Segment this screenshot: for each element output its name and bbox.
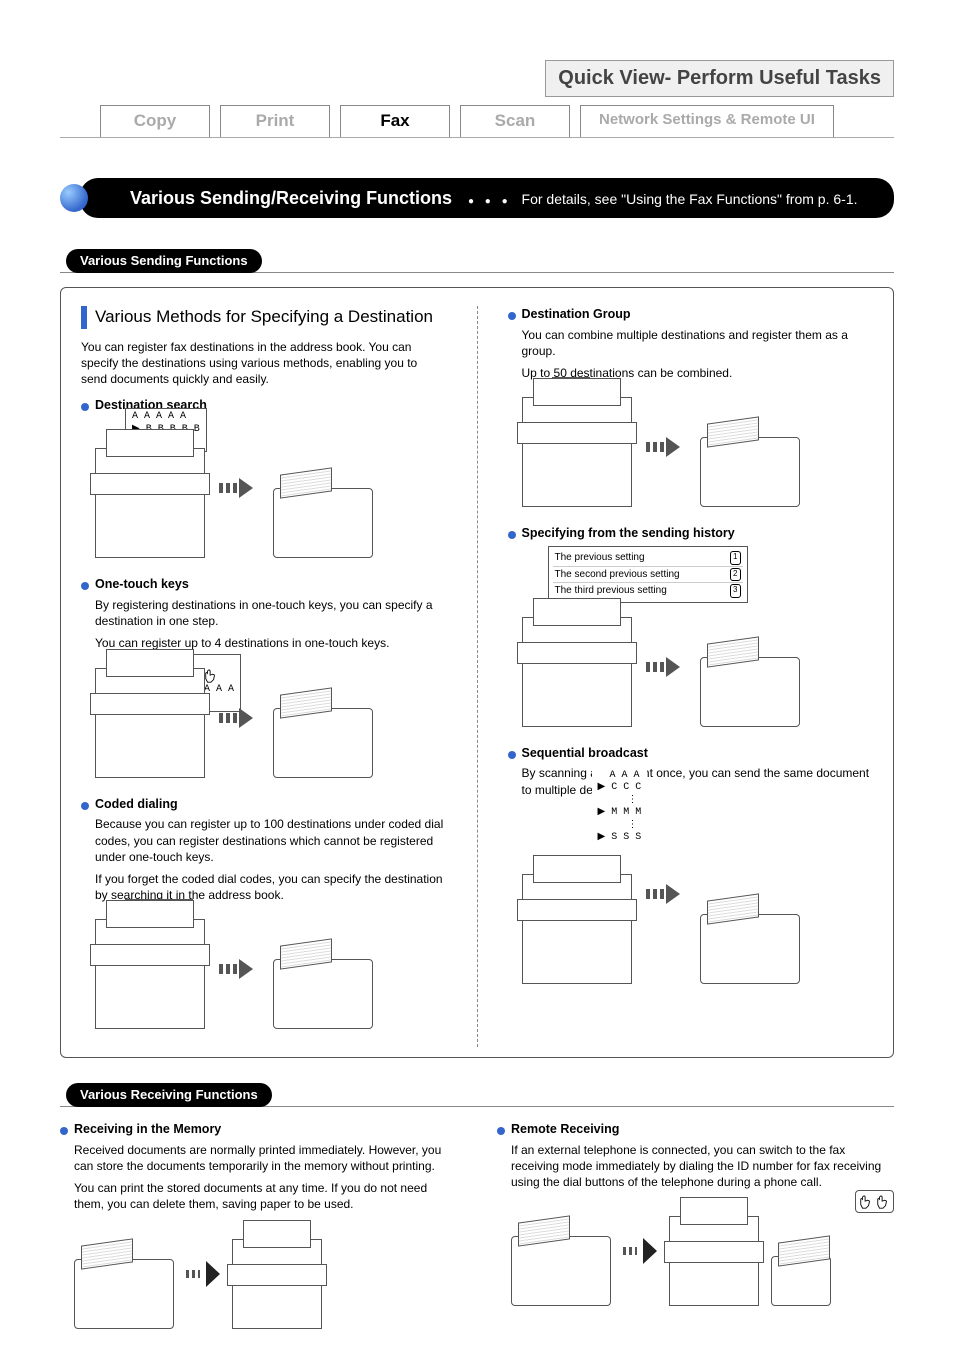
printer-icon <box>669 1216 759 1306</box>
history-illustration <box>522 607 874 727</box>
sending-chip: Various Sending Functions <box>66 249 262 273</box>
telephone-icon <box>771 1256 831 1306</box>
arrow-icon <box>646 884 686 904</box>
coded-title: Coded dialing <box>95 796 178 813</box>
sending-left-col: Various Methods for Specifying a Destina… <box>81 306 447 1048</box>
history-title: Specifying from the sending history <box>522 525 735 542</box>
printer-icon <box>522 397 632 507</box>
seq-item: Sequential broadcast By scanning a docum… <box>508 745 874 984</box>
tab-scan[interactable]: Scan <box>460 105 570 137</box>
fax-machine-icon <box>273 488 373 558</box>
bullet-icon <box>60 1127 68 1135</box>
banner-title: Various Sending/Receiving Functions <box>130 188 452 208</box>
receiving-remote-col: Remote Receiving If an external telephon… <box>497 1121 894 1329</box>
printer-icon <box>522 874 632 984</box>
fax-machine-icon <box>273 708 373 778</box>
column-divider <box>477 306 478 1048</box>
tab-network[interactable]: Network Settings & Remote UI <box>580 105 834 137</box>
tab-copy[interactable]: Copy <box>100 105 210 137</box>
bullet-icon <box>497 1127 505 1135</box>
history-row-badge: 2 <box>730 568 740 582</box>
memory-illustration <box>74 1219 457 1329</box>
tab-print[interactable]: Print <box>220 105 330 137</box>
printer-icon <box>232 1239 322 1329</box>
receiving-memory-col: Receiving in the Memory Received documen… <box>60 1121 457 1329</box>
one-touch-body1: By registering destinations in one-touch… <box>81 597 447 629</box>
history-row-badge: 3 <box>730 584 740 598</box>
arrow-icon <box>219 959 259 979</box>
dest-search-illustration: A A A A A ▶ B B B B B C C C C C <box>95 418 447 558</box>
arrow-icon <box>186 1261 220 1287</box>
memory-body2: You can print the stored documents at an… <box>60 1180 457 1212</box>
seq-illustration: A A A ▶ C C C ⋮ ▶ M M M ⋮ ▶ S S S <box>522 804 874 984</box>
group-illustration: AAAA BBBB CCCC <box>522 387 874 507</box>
remote-illustration <box>511 1196 894 1306</box>
history-row-label: The third previous setting <box>555 584 667 598</box>
history-row-badge: 1 <box>730 551 740 565</box>
coded-item: Coded dialing Because you can register u… <box>81 796 447 1030</box>
fax-machine-icon <box>700 914 800 984</box>
history-row: The previous setting 1 <box>553 550 743 567</box>
hand-press-icon <box>855 1190 894 1212</box>
printer-icon <box>95 448 205 558</box>
fax-machine-icon <box>74 1259 174 1329</box>
arrow-icon <box>646 437 686 457</box>
fax-machine-icon <box>700 437 800 507</box>
section-banner: Various Sending/Receiving Functions For … <box>80 178 894 218</box>
fax-machine-icon <box>273 959 373 1029</box>
history-box: The previous setting 1 The second previo… <box>548 546 748 603</box>
remote-body: If an external telephone is connected, y… <box>497 1142 894 1191</box>
methods-heading: Various Methods for Specifying a Destina… <box>81 306 447 329</box>
seq-body: By scanning a document once, you can sen… <box>508 765 874 797</box>
bullet-icon <box>508 751 516 759</box>
banner-detail: For details, see "Using the Fax Function… <box>522 191 858 207</box>
coded-illustration: # # # Dial Code BBB <box>95 909 447 1029</box>
printer-icon <box>95 668 205 778</box>
seq-title: Sequential broadcast <box>522 745 648 762</box>
bullet-icon <box>81 802 89 810</box>
sending-chip-row: Various Sending Functions <box>60 248 894 273</box>
one-touch-title: One-touch keys <box>95 576 189 593</box>
one-touch-item: One-touch keys By registering destinatio… <box>81 576 447 777</box>
bullet-icon <box>508 312 516 320</box>
printer-icon <box>95 919 205 1029</box>
receiving-chip-row: Various Receiving Functions <box>60 1082 894 1107</box>
bullet-icon <box>81 403 89 411</box>
arrow-icon <box>646 657 686 677</box>
arrow-icon <box>219 708 259 728</box>
receiving-row: Receiving in the Memory Received documen… <box>60 1121 894 1329</box>
history-item: Specifying from the sending history The … <box>508 525 874 726</box>
banner-dots-icon <box>462 191 518 207</box>
fax-machine-icon <box>700 657 800 727</box>
arrow-icon <box>623 1238 657 1264</box>
sending-right-col: Destination Group You can combine multip… <box>508 306 874 1048</box>
tab-row: Copy Print Fax Scan Network Settings & R… <box>60 105 894 138</box>
printer-icon <box>522 617 632 727</box>
methods-intro: You can register fax destinations in the… <box>81 339 447 388</box>
history-row: The third previous setting 3 <box>553 583 743 599</box>
memory-title: Receiving in the Memory <box>74 1121 221 1138</box>
arrow-icon <box>219 478 259 498</box>
dest-search-item: Destination search A A A A A ▶ B B B B B… <box>81 397 447 558</box>
sending-box: Various Methods for Specifying a Destina… <box>60 287 894 1059</box>
seq-screen: A A A ▶ C C C ⋮ ▶ M M M ⋮ ▶ S S S <box>592 768 648 847</box>
fax-machine-icon <box>511 1236 611 1306</box>
tab-fax[interactable]: Fax <box>340 105 450 137</box>
history-row-label: The previous setting <box>555 551 645 565</box>
group-title: Destination Group <box>522 306 631 323</box>
one-touch-illustration: A A A <box>95 658 447 778</box>
history-row-label: The second previous setting <box>555 568 680 582</box>
bullet-icon <box>81 582 89 590</box>
group-body1: You can combine multiple destinations an… <box>508 327 874 359</box>
receiving-chip: Various Receiving Functions <box>66 1083 272 1107</box>
group-item: Destination Group You can combine multip… <box>508 306 874 507</box>
remote-title: Remote Receiving <box>511 1121 619 1138</box>
coded-body1: Because you can register up to 100 desti… <box>81 816 447 865</box>
page-title-box: Quick View- Perform Useful Tasks <box>545 60 894 97</box>
memory-body1: Received documents are normally printed … <box>60 1142 457 1174</box>
history-row: The second previous setting 2 <box>553 567 743 584</box>
bullet-icon <box>508 531 516 539</box>
